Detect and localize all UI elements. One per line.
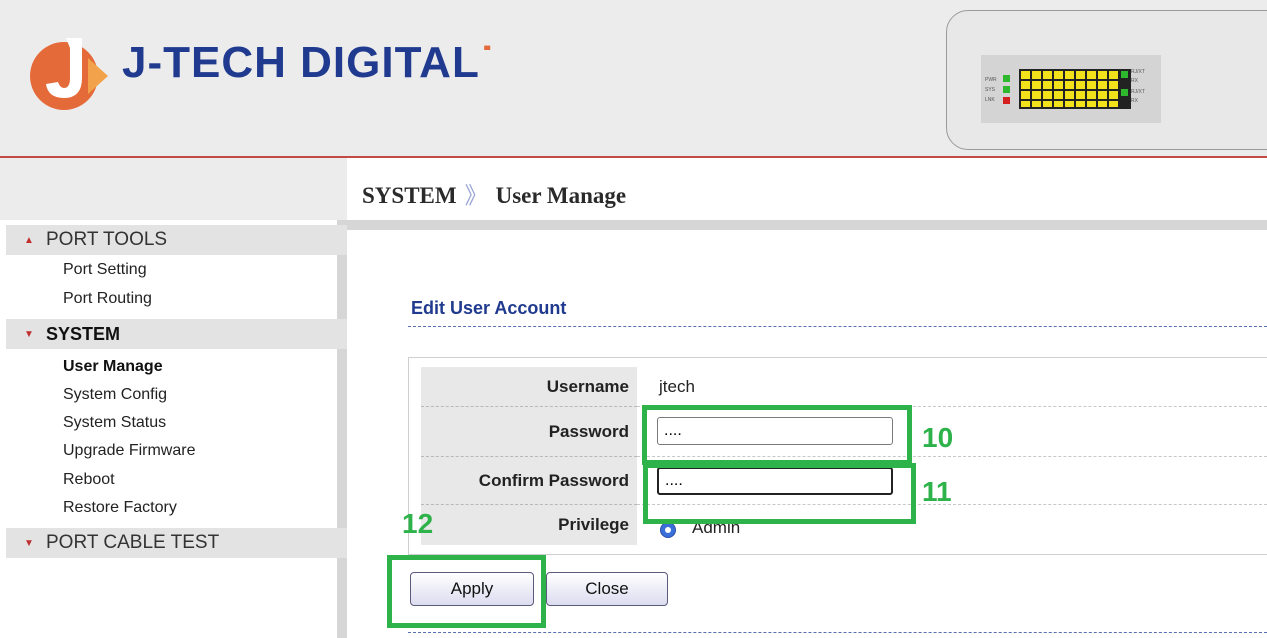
expand-arrow-icon: ▼ — [24, 328, 34, 340]
privilege-label: Privilege — [421, 505, 637, 545]
breadcrumb-parent: SYSTEM — [362, 183, 457, 208]
confirm-password-label: Confirm Password — [421, 457, 637, 505]
sidebar — [0, 220, 347, 638]
sidebar-section-label: SYSTEM — [46, 323, 121, 344]
port-label-3: RJ/XT — [1131, 89, 1145, 95]
annotation-box-12 — [387, 555, 546, 628]
sidebar-header — [0, 158, 347, 220]
form-title: Edit User Account — [411, 298, 567, 318]
sidebar-item-port-setting[interactable]: Port Setting — [63, 261, 147, 279]
annotation-label-10: 10 — [922, 422, 954, 453]
sidebar-item-user-manage[interactable]: User Manage — [63, 358, 163, 376]
breadcrumb-current: User Manage — [495, 183, 627, 208]
sidebar-item-system-status[interactable]: System Status — [63, 414, 166, 432]
close-button[interactable]: Close — [546, 572, 668, 606]
brand-name: J-TECH DIGITAL˙ — [122, 38, 496, 87]
sidebar-section-label: PORT TOOLS — [46, 229, 168, 250]
sidebar-item-system-config[interactable]: System Config — [63, 386, 167, 404]
sidebar-item-reboot[interactable]: Reboot — [63, 471, 115, 489]
annotation-box-11 — [643, 463, 916, 524]
breadcrumb-separator-icon: 》 — [464, 183, 488, 208]
sidebar-item-upgrade-firmware[interactable]: Upgrade Firmware — [63, 442, 195, 460]
sidebar-section-system[interactable]: ▼ SYSTEM — [6, 319, 347, 349]
sidebar-section-port-cable-test[interactable]: ▼ PORT CABLE TEST — [6, 528, 347, 558]
title-underline — [408, 326, 1267, 327]
brand-logo-icon — [30, 38, 108, 110]
breadcrumb: SYSTEM 》 User Manage — [362, 176, 626, 210]
password-label: Password — [421, 407, 637, 457]
collapse-arrow-icon: ▲ — [24, 234, 34, 246]
sidebar-item-restore-factory[interactable]: Restore Factory — [63, 499, 177, 517]
expand-arrow-icon: ▼ — [24, 537, 34, 549]
sidebar-section-label: PORT CABLE TEST — [46, 532, 220, 553]
port-label-1: RJ/XT — [1131, 69, 1145, 75]
annotation-label-12: 12 — [402, 508, 434, 539]
led-label-lnk: LNK — [985, 97, 995, 103]
device-front-icon: PWR SYS LNK RJ/XT RX RJ/XT RX — [981, 55, 1161, 123]
annotation-box-10 — [642, 405, 912, 465]
sidebar-section-port-tools[interactable]: ▲ PORT TOOLS — [6, 225, 347, 255]
form-footer-divider — [408, 632, 1267, 633]
username-label: Username — [421, 367, 637, 407]
port-label-2: RX — [1131, 78, 1139, 84]
privilege-admin-radio[interactable] — [660, 522, 676, 538]
sidebar-item-port-routing[interactable]: Port Routing — [63, 290, 152, 308]
device-panel: PWR SYS LNK RJ/XT RX RJ/XT RX — [946, 10, 1267, 150]
led-label-sys: SYS — [985, 87, 996, 93]
title-divider — [347, 220, 1267, 230]
brand-mark: ˙ — [479, 38, 496, 87]
led-label-pwr: PWR — [985, 77, 997, 83]
annotation-label-11: 11 — [922, 476, 952, 507]
port-label-4: RX — [1131, 98, 1139, 104]
username-value: jtech — [659, 377, 695, 396]
